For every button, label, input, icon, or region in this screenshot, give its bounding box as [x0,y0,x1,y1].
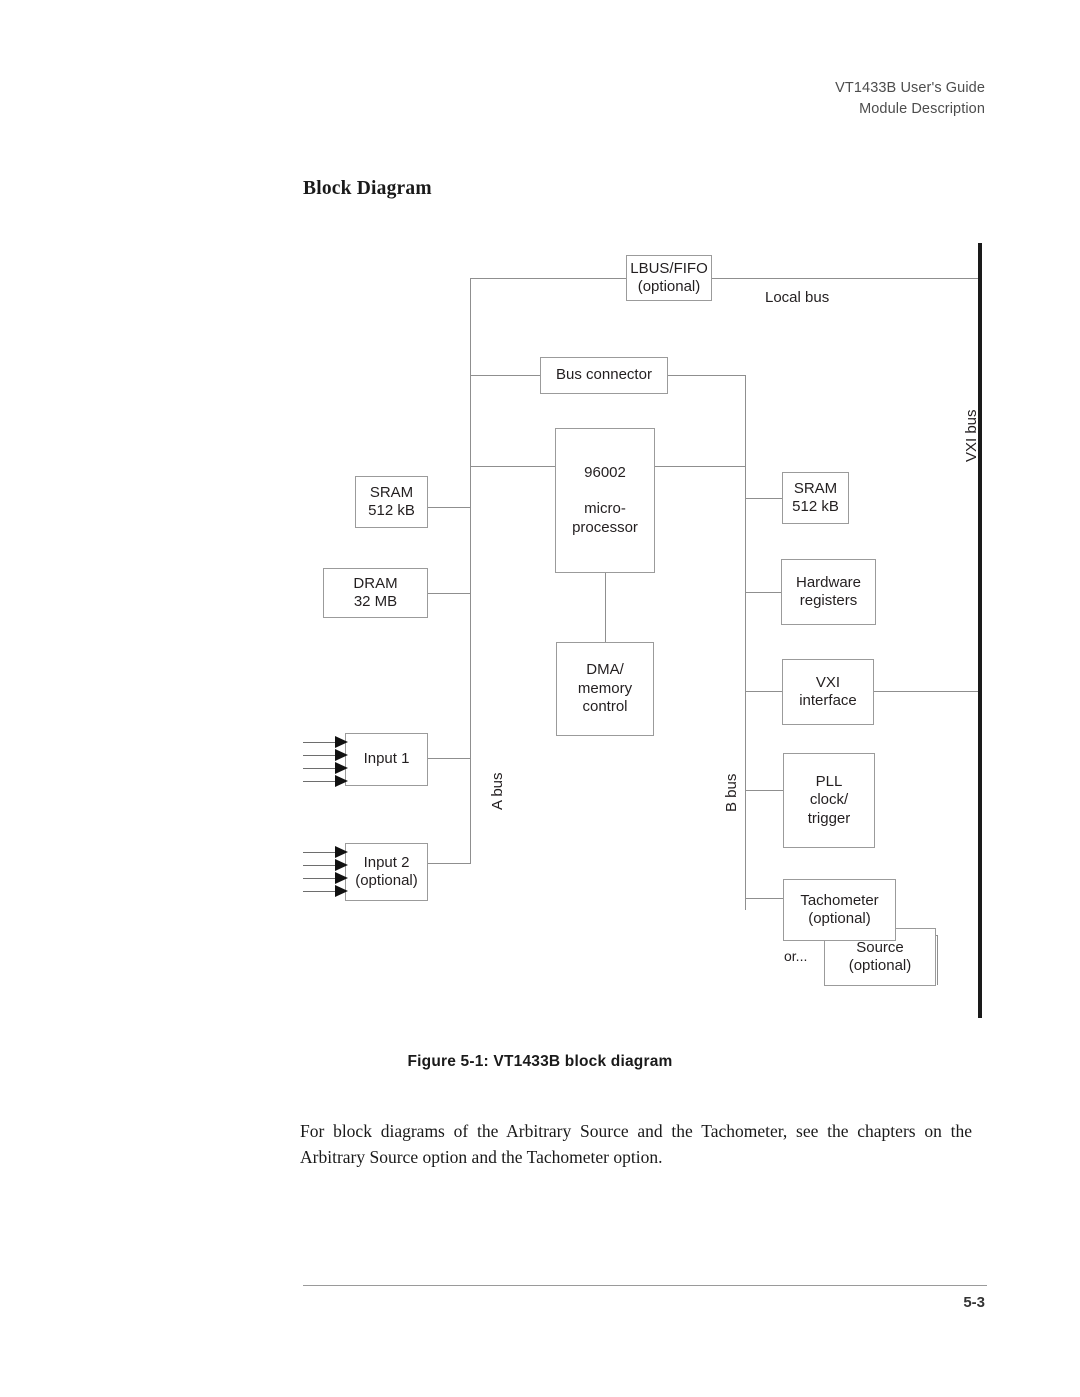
block-tachometer-line2: (optional) [808,910,871,927]
block-microprocessor-line3: processor [572,518,638,536]
connector-b-bus-to-pll [745,790,783,791]
block-dma-line1: DMA/ [586,661,624,679]
body-paragraph: For block diagrams of the Arbitrary Sour… [300,1121,972,1167]
vxi-bus-bar [978,243,982,1018]
vxi-bus-label: VXI bus [963,409,980,462]
block-dram[interactable]: DRAM 32 MB [323,568,428,618]
block-sram-left[interactable]: SRAM 512 kB [355,476,428,528]
connector-a-bus-vertical [470,278,471,864]
block-dma-line2: memory [577,679,633,697]
block-lbus-fifo[interactable]: LBUS/FIFO (optional) [626,255,712,301]
block-lbus-fifo-line2: (optional) [637,278,701,295]
block-dma-line3: control [582,698,628,716]
footer-divider [303,1285,987,1286]
block-tachometer[interactable]: Tachometer (optional) [783,879,896,941]
connector-b-bus-to-tachometer [745,898,783,899]
block-sram-left-line2: 512 kB [368,502,415,519]
connector-bus-connector-to-b-bus [668,375,746,376]
connector-input1-to-a-bus [428,758,471,759]
block-microprocessor[interactable]: 96002 micro- processor [555,428,655,573]
block-input2[interactable]: Input 2 (optional) [345,843,428,901]
connector-source-lead-vertical [937,935,938,985]
connector-sram-left-to-a-bus [427,507,471,508]
connector-microprocessor-to-dma [605,573,606,642]
block-input2-line2: (optional) [355,872,418,889]
connector-b-bus-vertical [745,375,746,910]
connector-a-bus-to-bus-connector [470,375,540,376]
block-hardware-registers[interactable]: Hardware registers [781,559,876,625]
connector-microprocessor-to-b-bus [655,466,746,467]
page-number: 5-3 [963,1294,985,1311]
block-bus-connector-line1: Bus connector [556,366,652,384]
block-hardware-registers-line2: registers [799,592,858,609]
connector-vxi-interface-to-vxi-bus [874,691,980,692]
block-tachometer-line1: Tachometer [800,891,879,909]
block-microprocessor-line1: 96002 [584,463,626,481]
block-bus-connector[interactable]: Bus connector [540,357,668,394]
connector-input2-to-a-bus [428,863,471,864]
block-vxi-interface[interactable]: VXI interface [782,659,874,725]
block-microprocessor-line2: micro- [584,500,626,518]
block-dram-line2: 32 MB [353,593,398,610]
figure-caption: Figure 5-1: VT1433B block diagram [407,1053,673,1070]
connector-b-bus-to-hardware-registers [745,592,781,593]
block-input1[interactable]: Input 1 [345,733,428,786]
block-pll-line2: clock/ [809,791,849,809]
block-input2-line1: Input 2 [363,853,410,871]
a-bus-label: A bus [489,772,506,810]
local-bus-label: Local bus [765,289,830,306]
block-pll-line1: PLL [815,772,843,790]
connector-dram-to-a-bus [427,593,471,594]
or-label: or... [784,948,808,964]
block-hardware-registers-line1: Hardware [795,573,862,591]
block-input1-line1: Input 1 [363,750,410,768]
block-sram-left-line1: SRAM [369,483,414,501]
block-dma-memory-control[interactable]: DMA/ memory control [556,642,654,736]
block-dram-line1: DRAM [353,574,398,592]
block-vxi-interface-line1: VXI [815,673,841,691]
b-bus-label: B bus [723,773,740,812]
block-diagram: VXI bus A bus B bus Local bus or... LBUS… [0,0,1080,1040]
block-sram-right-line1: SRAM [793,479,838,497]
connector-b-bus-to-sram-right [745,498,783,499]
block-sram-right-line2: 512 kB [792,498,839,515]
connector-a-bus-to-microprocessor [470,466,556,467]
block-vxi-interface-line2: interface [799,692,857,709]
block-source-line1: Source [856,938,904,956]
block-sram-right[interactable]: SRAM 512 kB [782,472,849,524]
block-pll-line3: trigger [807,809,851,827]
document-page: VT1433B User's Guide Module Description … [0,0,1080,1397]
block-source-line2: (optional) [848,957,912,974]
connector-b-bus-to-vxi-interface [745,691,783,692]
block-pll-clock-trigger[interactable]: PLL clock/ trigger [783,753,875,848]
connector-lbus-stub [470,278,626,279]
block-lbus-fifo-line1: LBUS/FIFO [630,259,708,277]
